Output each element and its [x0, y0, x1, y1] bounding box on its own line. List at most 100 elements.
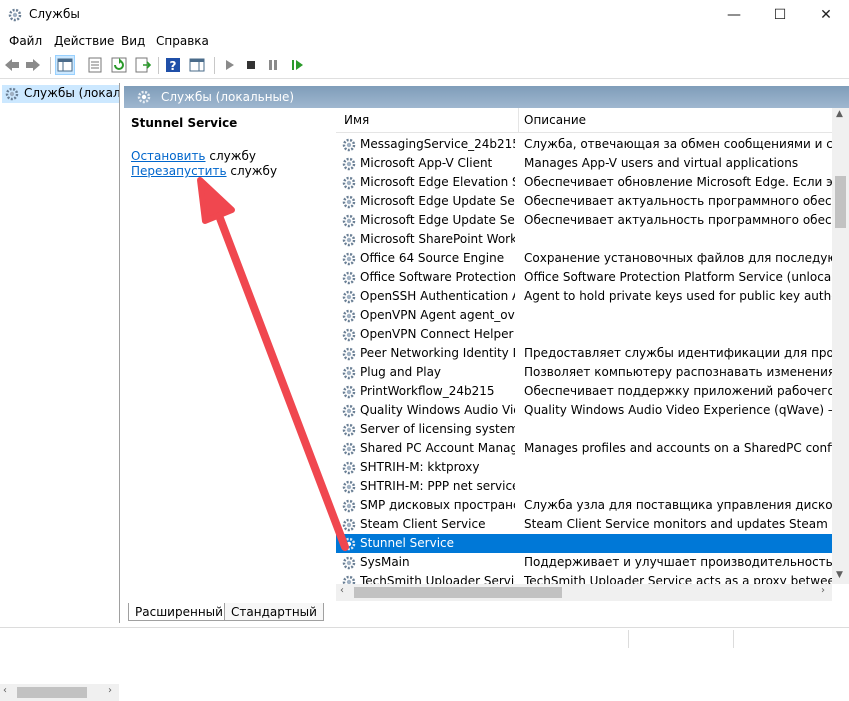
gear-icon — [342, 461, 356, 475]
gear-icon — [342, 404, 356, 418]
pause-icon[interactable] — [264, 56, 282, 74]
table-row[interactable]: Steam Client Service Steam Client Service… — [336, 515, 832, 534]
back-arrow-icon[interactable] — [3, 56, 21, 74]
forward-arrow-icon[interactable] — [24, 56, 42, 74]
list-vertical-scrollbar[interactable]: ▲ ▼ — [832, 108, 849, 584]
menu-file[interactable]: Файл — [9, 34, 42, 48]
table-row[interactable]: PrintWorkflow_24b215 Обеспечивает поддерж… — [336, 382, 832, 401]
stop-service-link[interactable]: Остановить — [131, 149, 206, 163]
service-description: Обеспечивает актуальность программного о… — [524, 213, 832, 227]
table-row[interactable]: Office 64 Source Engine Сохранение устано… — [336, 249, 832, 268]
table-row[interactable]: Microsoft Edge Update Servi... Обеспечива… — [336, 192, 832, 211]
selected-service-title: Stunnel Service — [131, 116, 238, 130]
services-list: ˆ Имя Описание MessagingService_24b215 Сл… — [336, 108, 832, 584]
service-name: Shared PC Account Manager — [360, 441, 515, 455]
service-description: Office Software Protection Platform Serv… — [524, 270, 832, 284]
service-description: Обеспечивает актуальность программного о… — [524, 194, 832, 208]
service-name: Stunnel Service — [360, 536, 455, 550]
service-name: MessagingService_24b215 — [360, 137, 515, 151]
tab-extended[interactable]: Расширенный — [128, 603, 230, 621]
service-name: SMP дисковых пространст... — [360, 498, 515, 512]
service-name: SysMain — [360, 555, 410, 569]
close-button[interactable]: ✕ — [803, 0, 849, 30]
gear-icon — [342, 138, 356, 152]
table-row[interactable]: Plug and Play Позволяет компьютеру распоз… — [336, 363, 832, 382]
gear-icon — [342, 556, 356, 570]
table-row[interactable]: Microsoft Edge Update Servi... Обеспечива… — [336, 211, 832, 230]
service-name: Plug and Play — [360, 365, 442, 379]
gear-icon — [342, 575, 356, 584]
tab-standard[interactable]: Стандартный — [224, 603, 324, 621]
menu-help[interactable]: Справка — [156, 34, 209, 48]
table-row[interactable]: Office Software Protection ... Office Sof… — [336, 268, 832, 287]
service-name: Microsoft SharePoint Works... — [360, 232, 515, 246]
service-name: SHTRIH-M: kktproxy — [360, 460, 480, 474]
table-row[interactable]: SHTRIH-M: kktproxy — [336, 458, 832, 477]
service-name: Microsoft Edge Update Servi... — [360, 194, 515, 208]
table-row[interactable]: OpenVPN Agent agent_ovp... — [336, 306, 832, 325]
tree-horizontal-scrollbar[interactable]: ‹ › — [0, 684, 119, 701]
table-row[interactable]: TechSmith Uploader Service TechSmith Uplo… — [336, 572, 832, 584]
scroll-thumb[interactable] — [17, 687, 87, 698]
table-row[interactable]: SHTRIH-M: PPP net service — [336, 477, 832, 496]
service-name: OpenVPN Agent agent_ovp... — [360, 308, 515, 322]
table-row[interactable]: Stunnel Service — [336, 534, 832, 553]
gear-icon — [342, 328, 356, 342]
menu-view[interactable]: Вид — [121, 34, 145, 48]
restart-suffix: службу — [230, 164, 278, 178]
table-row[interactable]: Microsoft Edge Elevation Se... Обеспечива… — [336, 173, 832, 192]
gear-icon — [342, 309, 356, 323]
table-row[interactable]: MessagingService_24b215 Служба, отвечающа… — [336, 135, 832, 154]
list-horizontal-scrollbar[interactable]: ‹ › — [336, 584, 832, 601]
table-row[interactable]: Shared PC Account Manager Manages profile… — [336, 439, 832, 458]
menu-action[interactable]: Действие — [54, 34, 114, 48]
export-list-icon[interactable] — [134, 56, 152, 74]
scroll-thumb[interactable] — [835, 176, 846, 228]
table-row[interactable]: OpenVPN Connect Helper S... — [336, 325, 832, 344]
gear-icon — [342, 290, 356, 304]
view-tabs: Расширенный Стандартный — [124, 602, 849, 624]
properties-icon[interactable] — [86, 56, 104, 74]
service-description: Steam Client Service monitors and update… — [524, 517, 832, 531]
service-name: Steam Client Service — [360, 517, 486, 531]
service-name: Server of licensing system (... — [360, 422, 515, 436]
table-row[interactable]: Peer Networking Identity M... Предоставля… — [336, 344, 832, 363]
show-hide-icon[interactable] — [188, 56, 206, 74]
gear-icon — [342, 518, 356, 532]
service-description: Обеспечивает поддержку приложений рабоче… — [524, 384, 832, 398]
console-tree-icon[interactable] — [55, 55, 75, 75]
table-row[interactable]: SMP дисковых пространст... Служба узла дл… — [336, 496, 832, 515]
gear-icon — [342, 176, 356, 190]
gear-icon — [342, 195, 356, 209]
resume-icon[interactable] — [288, 56, 306, 74]
service-name: Peer Networking Identity M... — [360, 346, 515, 360]
refresh-icon[interactable] — [110, 56, 128, 74]
column-description[interactable]: Описание — [524, 113, 586, 127]
details-pane: Службы (локальные) Stunnel Service Остан… — [124, 86, 849, 602]
gear-icon — [8, 8, 22, 22]
table-row[interactable]: Microsoft App-V Client Manages App-V user… — [336, 154, 832, 173]
table-row[interactable]: Microsoft SharePoint Works... — [336, 230, 832, 249]
restart-service-link[interactable]: Перезапустить — [131, 164, 227, 178]
restart-action: Перезапустить службу — [131, 164, 277, 178]
column-name[interactable]: Имя — [344, 113, 369, 127]
tree-item-label: Службы (локалы — [24, 86, 119, 100]
gear-icon — [342, 233, 356, 247]
service-name: Office Software Protection ... — [360, 270, 515, 284]
tree-item-services[interactable]: Службы (локалы — [2, 85, 119, 103]
service-name: OpenVPN Connect Helper S... — [360, 327, 515, 341]
gear-icon — [342, 499, 356, 513]
minimize-button[interactable]: — — [711, 0, 757, 30]
table-row[interactable]: Quality Windows Audio Vid... Quality Wind… — [336, 401, 832, 420]
table-row[interactable]: Server of licensing system (... — [336, 420, 832, 439]
scroll-thumb[interactable] — [354, 587, 562, 598]
table-row[interactable]: OpenSSH Authentication A... Agent to hold… — [336, 287, 832, 306]
service-description: Поддерживает и улучшает производительнос… — [524, 555, 832, 569]
table-row[interactable]: SysMain Поддерживает и улучшает производи… — [336, 553, 832, 572]
play-icon[interactable] — [220, 56, 238, 74]
stop-icon[interactable] — [242, 56, 260, 74]
gear-icon — [342, 385, 356, 399]
help-icon[interactable]: ? — [164, 56, 182, 74]
service-description: TechSmith Uploader Service acts as a pro… — [524, 574, 832, 584]
maximize-button[interactable]: ☐ — [757, 0, 803, 30]
